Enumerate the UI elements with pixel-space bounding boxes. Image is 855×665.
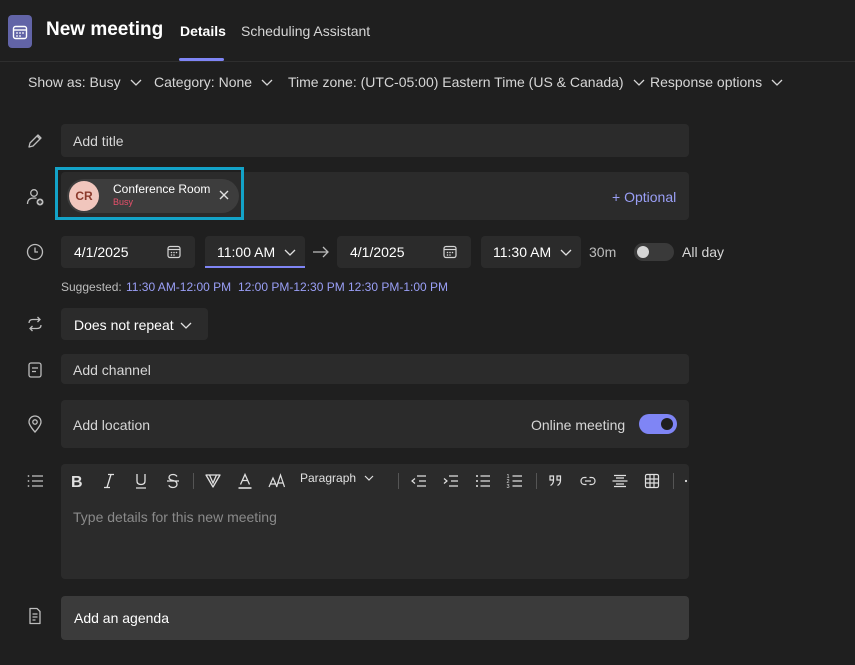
category-label: Category: None — [154, 74, 253, 90]
page-title: New meeting — [46, 19, 164, 40]
italic-icon[interactable] — [100, 472, 118, 490]
toolbar-divider — [398, 473, 399, 489]
category-dropdown[interactable]: Category: None — [154, 74, 274, 90]
paragraph-style-label: Paragraph — [300, 471, 357, 485]
suggested-slot-3[interactable]: 12:30 PM-1:00 PM — [348, 280, 448, 294]
bulleted-list-icon[interactable] — [474, 472, 492, 490]
chevron-down-icon — [283, 245, 297, 259]
header-divider — [0, 61, 855, 62]
highlight-icon[interactable] — [204, 472, 222, 490]
all-day-toggle[interactable] — [634, 243, 674, 261]
location-placeholder: Add location — [73, 417, 151, 433]
show-as-label: Show as: Busy — [28, 74, 121, 90]
show-as-dropdown[interactable]: Show as: Busy — [28, 74, 143, 90]
chevron-down-icon — [632, 75, 646, 89]
title-input[interactable]: Add title — [61, 124, 689, 157]
font-color-icon[interactable] — [236, 472, 254, 490]
all-day-label: All day — [682, 244, 725, 260]
horizontal-rule-icon[interactable] — [611, 472, 629, 490]
toolbar-divider — [536, 473, 537, 489]
tab-details[interactable]: Details — [180, 23, 226, 39]
response-options-label: Response options — [650, 74, 763, 90]
pencil-icon — [25, 131, 45, 151]
add-optional-attendee-link[interactable]: + Optional — [612, 189, 676, 205]
chevron-down-icon — [179, 318, 193, 332]
duration-label: 30m — [589, 244, 617, 260]
add-agenda-label: Add an agenda — [74, 610, 169, 626]
start-time-value: 11:00 AM — [217, 244, 276, 260]
start-date-value: 4/1/2025 — [74, 244, 129, 260]
repeat-icon — [25, 314, 45, 334]
quote-icon[interactable] — [547, 472, 565, 490]
chevron-down-icon — [129, 75, 143, 89]
repeat-dropdown[interactable]: Does not repeat — [61, 308, 208, 340]
agenda-icon — [25, 606, 45, 626]
end-time-value: 11:30 AM — [493, 244, 552, 260]
channel-icon — [25, 360, 45, 380]
suggested-label: Suggested: — [61, 280, 122, 294]
chevron-down-icon — [363, 472, 375, 484]
online-meeting-label: Online meeting — [531, 417, 626, 433]
toolbar-divider — [673, 473, 674, 489]
strikethrough-icon[interactable] — [164, 472, 182, 490]
channel-placeholder: Add channel — [73, 362, 151, 378]
table-icon[interactable] — [643, 472, 661, 490]
paragraph-style-dropdown[interactable]: Paragraph — [300, 471, 375, 485]
attendee-highlight-box — [55, 167, 244, 220]
channel-input[interactable]: Add channel — [61, 354, 689, 384]
details-placeholder: Type details for this new meeting — [73, 509, 277, 525]
bold-icon[interactable]: B — [68, 472, 86, 490]
arrow-right-icon — [312, 244, 330, 260]
calendar-icon[interactable] — [442, 244, 458, 260]
online-meeting-toggle[interactable] — [639, 414, 677, 434]
svg-text:3: 3 — [507, 484, 510, 490]
suggested-slot-2[interactable]: 12:00 PM-12:30 PM — [238, 280, 345, 294]
title-placeholder: Add title — [73, 133, 124, 149]
time-zone-dropdown[interactable]: Time zone: (UTC-05:00) Eastern Time (US … — [288, 74, 646, 90]
decrease-indent-icon[interactable] — [410, 472, 428, 490]
chevron-down-icon — [770, 75, 784, 89]
chevron-down-icon — [260, 75, 274, 89]
calendar-icon[interactable] — [166, 244, 182, 260]
response-options-dropdown[interactable]: Response options — [650, 74, 784, 90]
more-options-icon[interactable] — [683, 478, 689, 484]
toolbar-divider — [193, 473, 194, 489]
add-agenda-button[interactable]: Add an agenda — [61, 596, 689, 640]
repeat-value: Does not repeat — [74, 317, 174, 333]
calendar-app-icon — [8, 15, 32, 48]
details-list-icon — [25, 471, 45, 491]
clock-icon — [25, 242, 45, 262]
suggested-slot-1[interactable]: 11:30 AM-12:00 PM — [126, 280, 231, 294]
svg-text:B: B — [71, 474, 83, 490]
time-zone-label: Time zone: (UTC-05:00) Eastern Time (US … — [288, 74, 624, 90]
chevron-down-icon — [559, 245, 573, 259]
underline-icon[interactable] — [132, 472, 150, 490]
add-attendee-icon — [25, 187, 45, 207]
tab-scheduling-assistant[interactable]: Scheduling Assistant — [241, 23, 370, 39]
numbered-list-icon[interactable]: 123 — [506, 472, 524, 490]
increase-indent-icon[interactable] — [442, 472, 460, 490]
location-pin-icon — [25, 414, 45, 434]
font-size-icon[interactable] — [268, 472, 286, 490]
link-icon[interactable] — [579, 472, 597, 490]
end-date-value: 4/1/2025 — [350, 244, 405, 260]
